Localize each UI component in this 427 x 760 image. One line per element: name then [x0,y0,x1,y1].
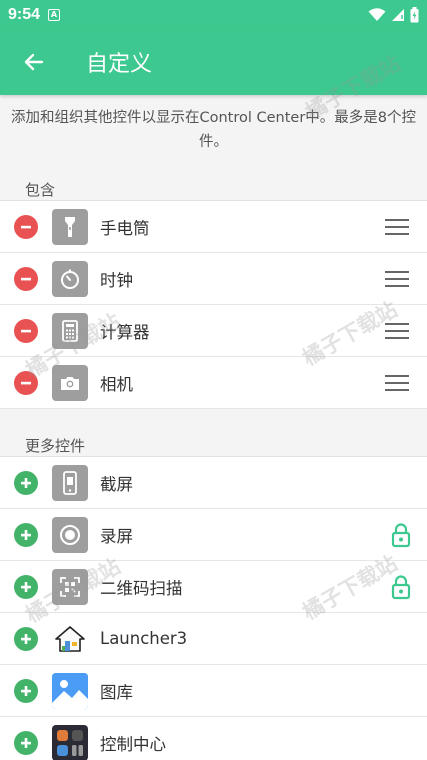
add-button[interactable] [14,627,38,651]
item-label: 控制中心 [100,734,166,754]
page-title: 自定义 [86,52,153,77]
back-button[interactable] [4,32,64,92]
remove-button[interactable] [14,215,38,239]
plus-icon [21,530,31,540]
plus-icon [21,738,31,748]
battery-icon [410,6,419,22]
add-button[interactable] [14,471,38,495]
section-header-included: 包含 [25,181,56,199]
qr-scan-icon [52,569,88,605]
screenshot-icon [52,465,88,501]
app-bar: 自定义 [0,29,427,95]
list-item[interactable]: Launcher3 [0,613,427,665]
plus-icon [21,686,31,696]
remove-button[interactable] [14,267,38,291]
add-button[interactable] [14,679,38,703]
arrow-left-icon [24,53,44,71]
control-center-icon [52,725,88,760]
add-button[interactable] [14,575,38,599]
plus-icon [21,634,31,644]
launcher-house-icon [52,621,88,657]
lock-icon[interactable] [391,574,411,600]
notification-icon: A [48,8,61,21]
list-item[interactable]: 图库 [0,665,427,717]
list-item[interactable]: 控制中心 [0,717,427,760]
minus-icon [21,329,31,333]
camera-icon [52,365,88,401]
item-label: 二维码扫描 [100,578,183,598]
plus-icon [21,582,31,592]
plus-icon [21,478,31,488]
included-list: 手电筒 时钟 计算器 相机 [0,200,427,409]
status-bar: 9:54 A [0,0,427,29]
item-label: 时钟 [100,270,133,290]
list-item[interactable]: 手电筒 [0,201,427,253]
list-item[interactable]: 计算器 [0,305,427,357]
status-time: 9:54 [8,5,41,23]
item-label: Launcher3 [100,629,188,648]
item-label: 截屏 [100,474,133,494]
item-label: 相机 [100,374,133,394]
list-item[interactable]: 二维码扫描 [0,561,427,613]
item-label: 录屏 [100,526,133,546]
list-item[interactable]: 截屏 [0,457,427,509]
item-label: 计算器 [100,322,150,342]
lock-icon[interactable] [391,522,411,548]
list-item[interactable]: 时钟 [0,253,427,305]
list-item[interactable]: 录屏 [0,509,427,561]
drag-handle-icon[interactable] [385,217,409,237]
remove-button[interactable] [14,371,38,395]
description-text: 添加和组织其他控件以显示在Control Center中。最多是8个控件。 [10,110,417,150]
add-button[interactable] [14,523,38,547]
cell-signal-icon [392,8,404,21]
drag-handle-icon[interactable] [385,269,409,289]
status-icons [368,6,419,23]
add-button[interactable] [14,731,38,755]
section-header-more: 更多控件 [25,437,86,455]
calculator-icon [52,313,88,349]
wifi-icon [368,7,386,21]
more-list: 截屏 录屏 二维码扫描 Launcher3 图库 控制中心 [0,456,427,760]
list-item[interactable]: 相机 [0,357,427,409]
drag-handle-icon[interactable] [385,373,409,393]
minus-icon [21,381,31,385]
item-label: 手电筒 [100,218,150,238]
gallery-icon [52,673,88,709]
screen-record-icon [52,517,88,553]
drag-handle-icon[interactable] [385,321,409,341]
minus-icon [21,225,31,229]
remove-button[interactable] [14,319,38,343]
item-label: 图库 [100,682,133,702]
minus-icon [21,277,31,281]
timer-icon [52,261,88,297]
flashlight-icon [52,209,88,245]
